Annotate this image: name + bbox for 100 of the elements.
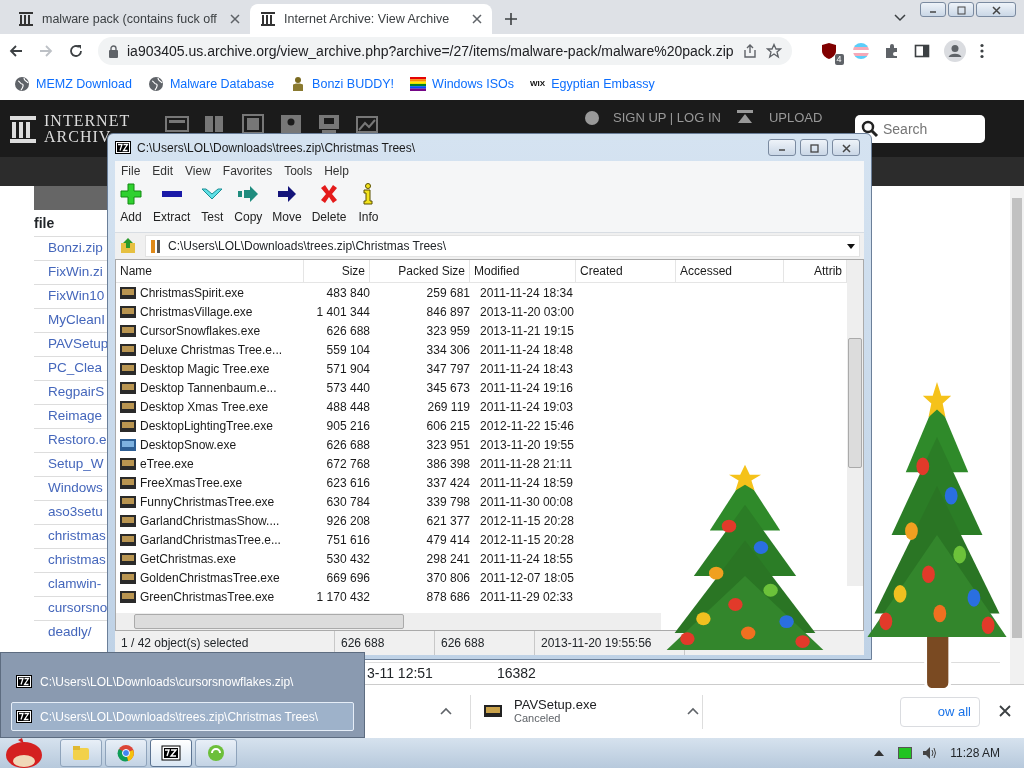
download-item[interactable]: PAVSetup.exe Canceled bbox=[484, 691, 699, 731]
column-header[interactable]: Name bbox=[116, 260, 304, 282]
profile-icon[interactable] bbox=[943, 40, 966, 62]
file-name-cell[interactable]: FreeXmasTree.exe bbox=[116, 473, 304, 492]
browser-tab[interactable]: malware pack (contains fuck off bbox=[8, 4, 250, 34]
file-name-cell[interactable]: FunnyChristmasTree.exe bbox=[116, 492, 304, 511]
toolbar-button[interactable]: Extract bbox=[153, 182, 191, 226]
file-name-cell[interactable]: ChristmasSpirit.exe bbox=[116, 283, 304, 302]
column-header[interactable]: Accessed bbox=[676, 260, 784, 282]
close-button[interactable] bbox=[976, 2, 1016, 17]
file-name-cell[interactable]: Desktop Tannenbaum.e... bbox=[116, 378, 304, 397]
file-link[interactable]: Windows bbox=[48, 478, 103, 499]
share-icon[interactable] bbox=[741, 43, 758, 59]
scrollbar[interactable] bbox=[1010, 186, 1024, 684]
column-header[interactable]: Modified bbox=[470, 260, 576, 282]
bookmark[interactable]: Bonzi BUDDY! bbox=[290, 74, 395, 94]
address-bar[interactable]: ia903405.us.archive.org/view_archive.php?archive=/27/items/malware-pack/malware%20pack.zip bbox=[98, 37, 792, 65]
restore-button[interactable] bbox=[948, 2, 974, 17]
bookmark[interactable]: MEMZ Download bbox=[14, 74, 132, 94]
bookmark[interactable]: Malware Database bbox=[147, 74, 275, 94]
close-icon[interactable] bbox=[999, 705, 1011, 717]
file-link[interactable]: aso3setu bbox=[48, 502, 103, 523]
file-name-cell[interactable]: GarlandChristmasTree.e... bbox=[116, 530, 304, 549]
file-link[interactable]: christmas bbox=[48, 526, 106, 547]
file-name-cell[interactable]: Desktop Magic Tree.exe bbox=[116, 359, 304, 378]
chevron-down-icon[interactable] bbox=[894, 14, 906, 22]
monitor-icon[interactable] bbox=[317, 114, 341, 134]
menu-item[interactable]: Help bbox=[318, 162, 355, 180]
file-name-cell[interactable]: Desktop Xmas Tree.exe bbox=[116, 397, 304, 416]
film-icon[interactable] bbox=[241, 114, 265, 134]
file-link[interactable]: FixWin.zi bbox=[48, 262, 103, 283]
up-folder-icon[interactable] bbox=[119, 237, 137, 255]
file-link[interactable]: Reimage bbox=[48, 406, 103, 427]
search-field[interactable]: Search bbox=[855, 115, 985, 143]
show-all-button[interactable]: ow all bbox=[900, 697, 980, 727]
path-field[interactable]: C:\Users\LOL\Downloads\trees.zip\Christmas Trees\ bbox=[145, 235, 860, 257]
close-icon[interactable] bbox=[472, 14, 482, 24]
file-link[interactable]: FixWin10 bbox=[48, 286, 105, 307]
clock[interactable]: 11:28 AM bbox=[950, 744, 1000, 762]
back-icon[interactable] bbox=[8, 43, 24, 59]
column-header[interactable]: Size bbox=[304, 260, 370, 282]
volume-icon[interactable] bbox=[922, 746, 939, 760]
bookmark[interactable]: Windows ISOs bbox=[410, 74, 515, 94]
file-name-cell[interactable]: DesktopSnow.exe bbox=[116, 435, 304, 454]
column-header[interactable]: Created bbox=[576, 260, 676, 282]
file-name-cell[interactable]: Deluxe Christmas Tree.e... bbox=[116, 340, 304, 359]
file-link[interactable]: clamwin- bbox=[48, 574, 102, 595]
menu-item[interactable]: File bbox=[115, 162, 147, 180]
file-link[interactable]: RegpairS bbox=[48, 382, 105, 403]
close-icon[interactable] bbox=[989, 3, 1003, 16]
file-link[interactable]: Restoro.e bbox=[48, 430, 107, 451]
browser-tab[interactable]: Internet Archive: View Archive bbox=[250, 4, 492, 34]
file-name-cell[interactable]: eTree.exe bbox=[116, 454, 304, 473]
toolbar-button[interactable]: Test bbox=[200, 182, 225, 226]
toolbar-button[interactable]: Move bbox=[272, 182, 302, 226]
column-header[interactable]: Packed Size bbox=[370, 260, 470, 282]
battery-icon[interactable] bbox=[898, 747, 913, 759]
menu-icon[interactable] bbox=[979, 43, 984, 59]
minimize-button[interactable] bbox=[768, 139, 796, 156]
file-link[interactable]: Bonzi.zip bbox=[48, 238, 103, 259]
new-tab-icon[interactable] bbox=[504, 12, 518, 26]
taskbar-button[interactable] bbox=[150, 739, 192, 767]
shield-icon[interactable] bbox=[819, 42, 838, 60]
file-name-cell[interactable]: DesktopLightingTree.exe bbox=[116, 416, 304, 435]
extensions-icon[interactable] bbox=[883, 43, 900, 59]
file-name-cell[interactable]: ChristmasVillage.exe bbox=[116, 302, 304, 321]
file-link[interactable]: PAVSetup bbox=[48, 334, 109, 355]
file-link[interactable]: Setup_W bbox=[48, 454, 104, 475]
toolbar-button[interactable]: Copy bbox=[234, 182, 263, 226]
sign-in-link[interactable]: SIGN UP | LOG IN bbox=[613, 108, 721, 128]
menu-item[interactable]: Tools bbox=[278, 162, 319, 180]
video-icon[interactable] bbox=[165, 114, 189, 134]
chevron-up-icon[interactable] bbox=[440, 707, 452, 715]
restore-icon[interactable] bbox=[954, 3, 968, 16]
menu-item[interactable]: Edit bbox=[146, 162, 180, 180]
close-button[interactable] bbox=[832, 139, 860, 156]
file-link[interactable]: deadly/ bbox=[48, 622, 92, 643]
upload-link[interactable]: UPLOAD bbox=[768, 108, 823, 128]
menu-item[interactable]: View bbox=[179, 162, 217, 180]
scrollbar[interactable] bbox=[847, 260, 863, 586]
image-icon[interactable] bbox=[355, 114, 379, 134]
minimize-button[interactable] bbox=[920, 2, 946, 17]
file-link[interactable]: christmas bbox=[48, 550, 106, 571]
reload-icon[interactable] bbox=[68, 43, 84, 59]
file-name-cell[interactable]: CursorSnowflakes.exe bbox=[116, 321, 304, 340]
star-icon[interactable] bbox=[765, 43, 782, 59]
maximize-button[interactable] bbox=[800, 139, 828, 156]
file-name-cell[interactable]: GreenChristmasTree.exe bbox=[116, 587, 304, 606]
bookmark[interactable]: WIX Egyptian Embassy bbox=[530, 74, 655, 94]
maximize-icon[interactable] bbox=[807, 141, 821, 154]
side-panel-icon[interactable] bbox=[913, 43, 930, 59]
scrollbar[interactable] bbox=[116, 613, 661, 630]
portrait-icon[interactable] bbox=[279, 114, 303, 134]
toolbar-button[interactable]: Add bbox=[119, 182, 143, 226]
file-link[interactable]: MyCleanI bbox=[48, 310, 106, 331]
toolbar-button[interactable]: Info bbox=[356, 182, 381, 226]
close-icon[interactable] bbox=[839, 141, 853, 154]
file-link[interactable]: PC_Clea bbox=[48, 358, 103, 379]
close-icon[interactable] bbox=[230, 14, 240, 24]
menu-item[interactable]: Favorites bbox=[216, 162, 279, 180]
